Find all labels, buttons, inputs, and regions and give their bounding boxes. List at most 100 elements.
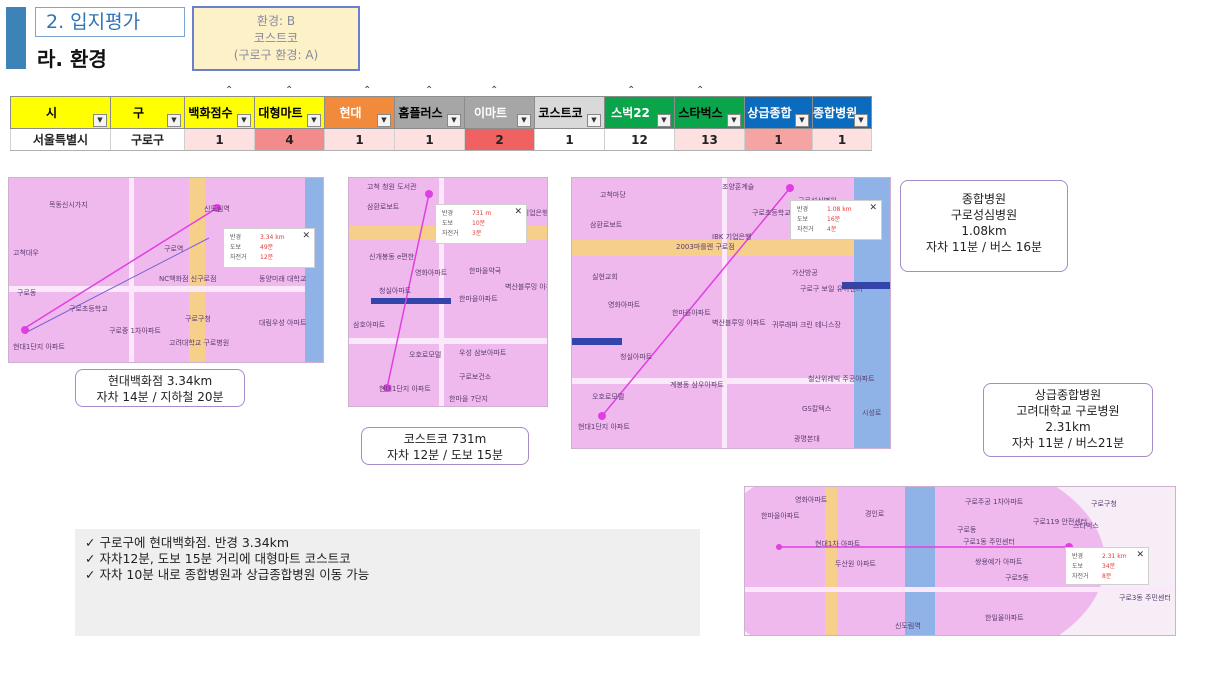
map-label: 신도림역 bbox=[204, 205, 230, 213]
map-label: 한마을 7단지 bbox=[449, 395, 488, 403]
column-header-label: 현대 bbox=[339, 106, 362, 120]
table-cell: 2 bbox=[464, 128, 535, 151]
map-label: 구로구청 bbox=[185, 315, 211, 323]
map-label: 동양미래 대학교 bbox=[259, 275, 307, 283]
filter-dropdown-icon[interactable]: ▼ bbox=[447, 114, 461, 127]
column-header: 코스트코 ▼ bbox=[534, 96, 605, 129]
map-label: 구로1동 주민센터 bbox=[963, 538, 1015, 546]
filter-dropdown-icon[interactable]: ▼ bbox=[795, 114, 809, 127]
map-label: 우성 삼보아파트 bbox=[459, 349, 507, 357]
map-label: 철산위레빅 주공아파트 bbox=[808, 375, 875, 383]
map-label: 한마을아파트 bbox=[672, 309, 711, 317]
map-label: 오호로모델 bbox=[409, 351, 442, 359]
map-label: 한마을아파트 bbox=[459, 295, 498, 303]
column-header: 상급종합 ▼ bbox=[744, 96, 813, 129]
map-label: 고려대학교 구로병원 bbox=[169, 339, 230, 347]
filter-dropdown-icon[interactable]: ▼ bbox=[854, 114, 868, 127]
caption-general-hospital: 종합병원 구로성심병원 1.08km 자차 11분 / 버스 16분 bbox=[900, 180, 1068, 272]
distance-popup: ✕ 반경 731 m 도보 10분 자전거 3분 bbox=[435, 204, 527, 244]
map-label: 현대1단지 아파트 bbox=[379, 385, 431, 393]
map-label: 한마을아파트 bbox=[761, 512, 800, 520]
filter-dropdown-icon[interactable]: ▼ bbox=[307, 114, 321, 127]
filter-dropdown-icon[interactable]: ▼ bbox=[657, 114, 671, 127]
map-label: 구로동 bbox=[957, 526, 977, 534]
column-header: 이마트 ▼ bbox=[464, 96, 535, 129]
table-cell: 1 bbox=[394, 128, 465, 151]
column-header-label: 이마트 bbox=[473, 106, 508, 120]
map-label: 귀루래파 크린 테니스장 bbox=[772, 321, 841, 329]
map-label: 경인로 bbox=[865, 510, 885, 518]
col-marker: ⌃ bbox=[363, 85, 372, 96]
page-title: 라. 환경 bbox=[37, 47, 107, 71]
env-line-3: (구로구 환경: A) bbox=[233, 48, 319, 62]
column-header: 시 ▼ bbox=[10, 96, 111, 129]
column-header-label: 스타벅스 bbox=[678, 106, 723, 120]
map-label: 현대1차 아파트 bbox=[815, 540, 861, 548]
summary-box: ✓ 구로구에 현대백화점. 반경 3.34km ✓ 자차12분, 도보 15분 … bbox=[75, 529, 700, 636]
close-icon[interactable]: ✕ bbox=[869, 203, 877, 213]
close-icon[interactable]: ✕ bbox=[1136, 550, 1144, 560]
map-costco[interactable]: 고척 청원 도서관 IBK 기업은행 삼환로보트 한마을약국 영화아파트 벽산블… bbox=[348, 177, 548, 407]
col-marker: ⌃ bbox=[425, 85, 434, 96]
map-label: 구로동 bbox=[17, 289, 37, 297]
caption-premium-hospital: 상급종합병원 고려대학교 구로병원 2.31km 자차 11분 / 버스21분 bbox=[983, 383, 1153, 457]
map-label: 고척마당 bbox=[600, 191, 626, 199]
map-label: 벽산블루밍 아파트 bbox=[712, 319, 766, 327]
map-label: 고척대우 bbox=[13, 249, 39, 257]
map-label: 신도림역 bbox=[895, 622, 921, 630]
map-label: 신개봉동 e편한 bbox=[369, 253, 415, 261]
column-header-label: 대형마트 bbox=[258, 106, 303, 120]
close-icon[interactable]: ✕ bbox=[302, 231, 310, 241]
map-label: 2003마를렌 구로점 bbox=[676, 243, 735, 251]
column-header: 종합병원 ▼ bbox=[812, 96, 872, 129]
filter-dropdown-icon[interactable]: ▼ bbox=[587, 114, 601, 127]
column-header: 스벅22 ▼ bbox=[604, 96, 675, 129]
col-marker: ⌃ bbox=[696, 85, 705, 96]
map-label: GS칼텍스 bbox=[802, 405, 832, 413]
map-label: 한마을약국 bbox=[469, 267, 502, 275]
map-general-hospital[interactable]: 고척마당 IBK 기업은행 조양훈계슬 2003마를렌 구로점 구로초등학교 삼… bbox=[571, 177, 891, 449]
caption-costco: 코스트코 731m 자차 12분 / 도보 15분 bbox=[361, 427, 529, 465]
map-hyundai-department-store[interactable]: 신도림역 구로역 고척대우 NC백화점 신구로점 구로구청 고려대학교 구로병원… bbox=[8, 177, 324, 363]
table-cell: 1 bbox=[812, 128, 872, 151]
map-label: 영화아파트 bbox=[608, 301, 641, 309]
distance-popup: ✕ 반경 2.31 km 도보 34분 자전거 8분 bbox=[1065, 547, 1149, 585]
table-cell: 12 bbox=[604, 128, 675, 151]
close-icon[interactable]: ✕ bbox=[514, 207, 522, 217]
map-premium-hospital[interactable]: 영화아파트 구로주공 1차아파트 구로119 안전센터 한마을아파트 구로구청 … bbox=[744, 486, 1176, 636]
column-header-label: 홈플러스 bbox=[398, 106, 443, 120]
filter-dropdown-icon[interactable]: ▼ bbox=[727, 114, 741, 127]
table-cell: 13 bbox=[674, 128, 745, 151]
table-row: 서울특별시 구로구 1 4 1 1 2 1 12 13 1 1 bbox=[10, 128, 872, 151]
table-cell: 1 bbox=[324, 128, 395, 151]
map-label: 영화아파트 bbox=[795, 496, 828, 504]
map-label: 대림우성 아파트 bbox=[259, 319, 307, 327]
map-label: 삼환로보트 bbox=[367, 203, 400, 211]
filter-dropdown-icon[interactable]: ▼ bbox=[93, 114, 107, 127]
map-label: 삼환로보트 bbox=[590, 221, 623, 229]
col-marker: ⌃ bbox=[225, 85, 234, 96]
map-label: 계봉동 삼우아파트 bbox=[670, 381, 724, 389]
filter-dropdown-icon[interactable]: ▼ bbox=[237, 114, 251, 127]
map-label: 목동신시가지 bbox=[49, 201, 88, 209]
filter-dropdown-icon[interactable]: ▼ bbox=[517, 114, 531, 127]
col-marker: ⌃ bbox=[627, 85, 636, 96]
column-header: 백화점수 ▼ bbox=[184, 96, 255, 129]
map-label: 청실아파트 bbox=[620, 353, 653, 361]
map-label: 오호로모델 bbox=[592, 393, 625, 401]
filter-dropdown-icon[interactable]: ▼ bbox=[167, 114, 181, 127]
map-label: 삼호아파트 bbox=[353, 321, 386, 329]
map-label: 한일올아파트 bbox=[985, 614, 1024, 622]
column-header: 구 ▼ bbox=[110, 96, 185, 129]
column-header: 스타벅스 ▼ bbox=[674, 96, 745, 129]
map-label: 두산원 아파트 bbox=[835, 560, 876, 568]
map-label: 현대1단지 아파트 bbox=[578, 423, 630, 431]
map-label: 실현교회 bbox=[592, 273, 618, 281]
column-header-label: 구 bbox=[132, 106, 145, 120]
accent-bar bbox=[6, 7, 26, 69]
map-label: 구로주공 1차아파트 bbox=[965, 498, 1024, 506]
map-label: NC백화점 신구로점 bbox=[159, 275, 217, 283]
section-tag: 2. 입지평가 bbox=[35, 7, 185, 37]
map-label: 구로구청 bbox=[1091, 500, 1117, 508]
filter-dropdown-icon[interactable]: ▼ bbox=[377, 114, 391, 127]
